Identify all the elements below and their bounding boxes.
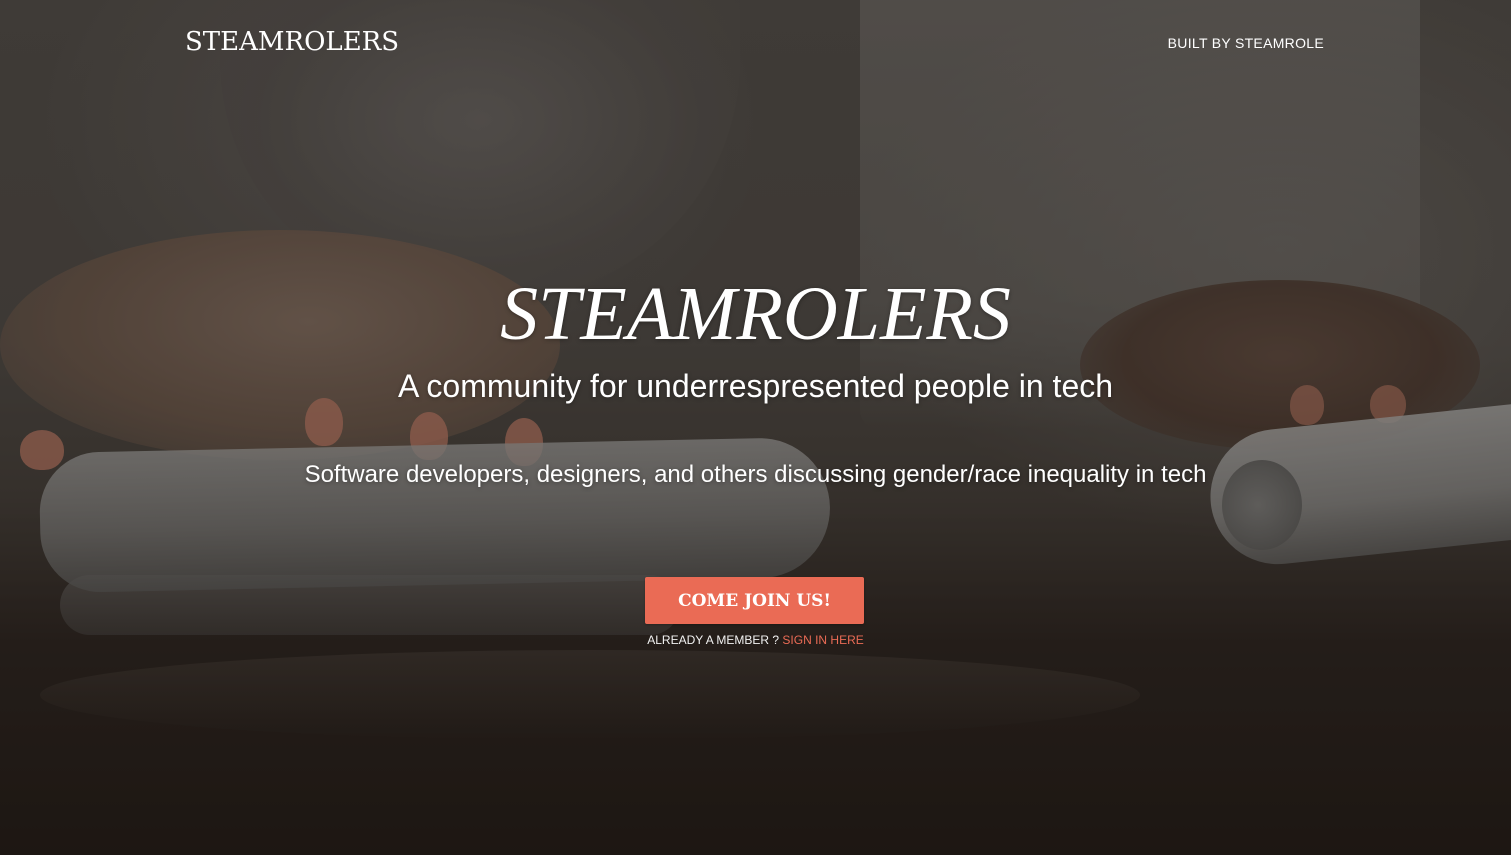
member-signin-line: ALREADY A MEMBER ? SIGN IN HERE bbox=[0, 632, 1511, 648]
join-button[interactable]: COME JOIN US! bbox=[645, 577, 864, 624]
background-dark-overlay bbox=[0, 0, 1511, 855]
brand-logo[interactable]: STEAMROLERS bbox=[185, 27, 399, 57]
hero-title: STEAMROLERS bbox=[500, 272, 1011, 356]
hero-tagline: A community for underrespresented people… bbox=[397, 368, 1114, 404]
signin-link[interactable]: SIGN IN HERE bbox=[782, 633, 863, 647]
hero-description: Software developers, designers, and othe… bbox=[304, 461, 1207, 488]
built-by-link[interactable]: BUILT BY STEAMROLE bbox=[1168, 35, 1324, 51]
hero-background-photo bbox=[0, 0, 1511, 855]
member-prompt: ALREADY A MEMBER ? bbox=[647, 633, 780, 647]
